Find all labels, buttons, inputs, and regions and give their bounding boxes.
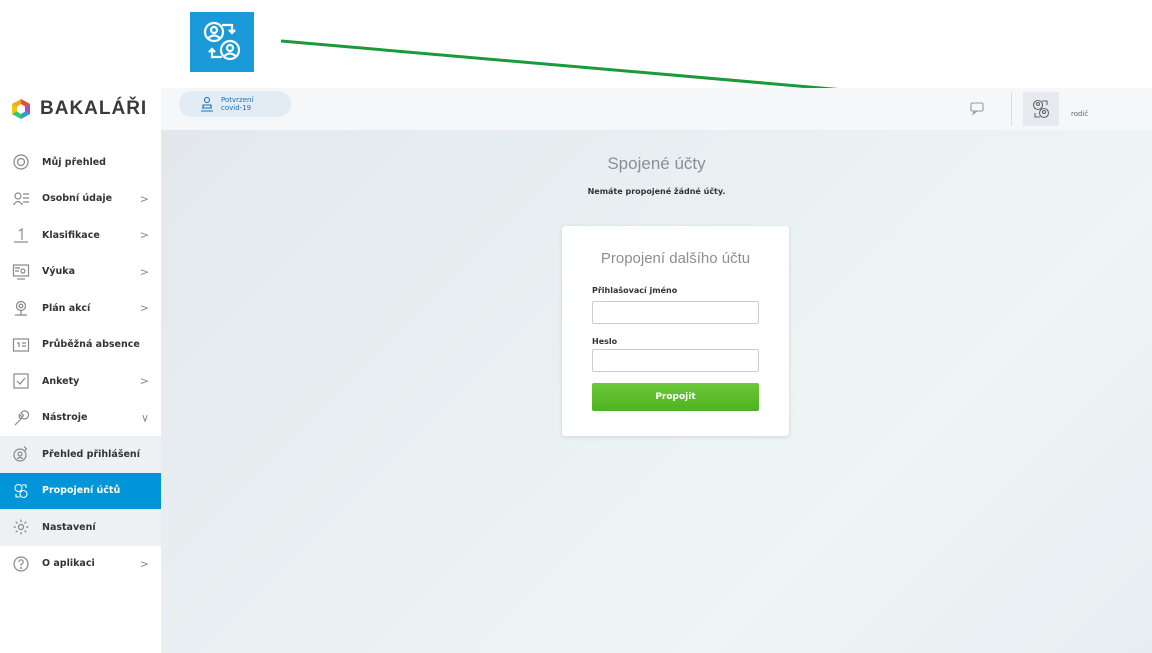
covid-confirmation-button[interactable]: Potvrzení covid-19 (179, 91, 291, 117)
message-icon[interactable] (969, 100, 985, 116)
covid-certificate-icon (201, 96, 213, 112)
top-bar: Potvrzení covid-19 rodič (161, 88, 1152, 130)
linked-accounts-icon (14, 483, 28, 498)
sidebar-nav: Můj přehled Osobní údaje > Klasifikace >… (0, 144, 161, 582)
sidebar-item-muj-prehled[interactable]: Můj přehled (0, 144, 161, 181)
sidebar-item-label: Můj přehled (42, 156, 106, 168)
linked-accounts-button[interactable] (1023, 92, 1059, 126)
chevron-right-icon: > (139, 228, 149, 242)
sidebar-item-label: Klasifikace (42, 229, 100, 241)
linked-accounts-callout-icon (190, 12, 254, 72)
absence-icon (12, 338, 30, 352)
sidebar-item-label: Nastavení (42, 521, 96, 533)
teaching-icon (12, 264, 30, 280)
chevron-right-icon: > (139, 192, 149, 206)
bakalari-logo-icon (12, 99, 30, 119)
password-input[interactable] (592, 349, 759, 372)
sidebar-item-nastaveni[interactable]: Nastavení (0, 509, 161, 546)
target-icon (13, 154, 29, 170)
sidebar: BAKALÁŘI Můj přehled Osobní údaje > Klas… (0, 88, 161, 653)
sidebar-item-label: Přehled přihlášení (42, 448, 140, 460)
sidebar-item-nastroje[interactable]: Nástroje ∨ (0, 400, 161, 437)
chevron-right-icon: > (139, 374, 149, 388)
person-card-icon (12, 192, 29, 206)
card-title: Propojení dalšího účtu (600, 250, 751, 267)
checkbox-icon (13, 373, 29, 389)
login-overview-icon (13, 446, 28, 462)
top-bar-divider (1011, 92, 1012, 126)
sidebar-item-klasifikace[interactable]: Klasifikace > (0, 217, 161, 254)
sidebar-item-ankety[interactable]: Ankety > (0, 363, 161, 400)
password-label: Heslo (592, 337, 618, 346)
brand-logo[interactable]: BAKALÁŘI (0, 88, 161, 130)
username-input[interactable] (592, 301, 759, 324)
sidebar-item-label: Propojení účtů (42, 485, 121, 497)
chevron-right-icon: > (139, 265, 149, 279)
chevron-right-icon: > (139, 557, 149, 571)
sidebar-item-label: Osobní údaje (42, 193, 113, 205)
wrench-icon (14, 410, 30, 426)
sidebar-item-prehled-prihlaseni[interactable]: Přehled přihlášení (0, 436, 161, 473)
sidebar-item-label: Nástroje (42, 412, 88, 424)
sidebar-item-prubezna-absence[interactable]: Průběžná absence (0, 327, 161, 364)
username-label: Přihlašovací jméno (592, 286, 678, 295)
sidebar-item-o-aplikaci[interactable]: O aplikaci > (0, 546, 161, 583)
gear-icon (13, 519, 29, 535)
main-content: Spojené účty Nemáte propojené žádné účty… (161, 130, 1152, 653)
link-account-button[interactable]: Propojit (592, 383, 759, 411)
sidebar-item-label: Výuka (42, 266, 76, 278)
linked-accounts-icon (203, 21, 241, 61)
sidebar-item-propojeni-uctu[interactable]: Propojení účtů (0, 472, 161, 509)
sidebar-item-label: Průběžná absence (42, 339, 140, 351)
linked-accounts-icon (1032, 99, 1050, 119)
chevron-right-icon: > (139, 301, 149, 315)
sidebar-item-vyuka[interactable]: Výuka > (0, 254, 161, 291)
sidebar-item-label: O aplikaci (42, 558, 95, 570)
chevron-down-icon: ∨ (140, 411, 149, 425)
page-title: Spojené účty (607, 154, 706, 173)
covid-button-label: Potvrzení covid-19 (221, 96, 254, 112)
grade-one-icon (14, 228, 28, 243)
sidebar-item-osobni-udaje[interactable]: Osobní údaje > (0, 181, 161, 218)
brand-name: BAKALÁŘI (40, 98, 148, 119)
help-circle-icon (13, 556, 29, 572)
empty-state-message: Nemáte propojené žádné účty. (587, 187, 726, 196)
user-role: rodič (1071, 110, 1089, 118)
link-account-card: Propojení dalšího účtu Přihlašovací jmén… (562, 226, 789, 436)
map-pin-icon (15, 301, 27, 316)
sidebar-item-label: Ankety (42, 375, 80, 387)
sidebar-item-label: Plán akcí (42, 302, 91, 314)
sidebar-item-plan-akci[interactable]: Plán akcí > (0, 290, 161, 327)
